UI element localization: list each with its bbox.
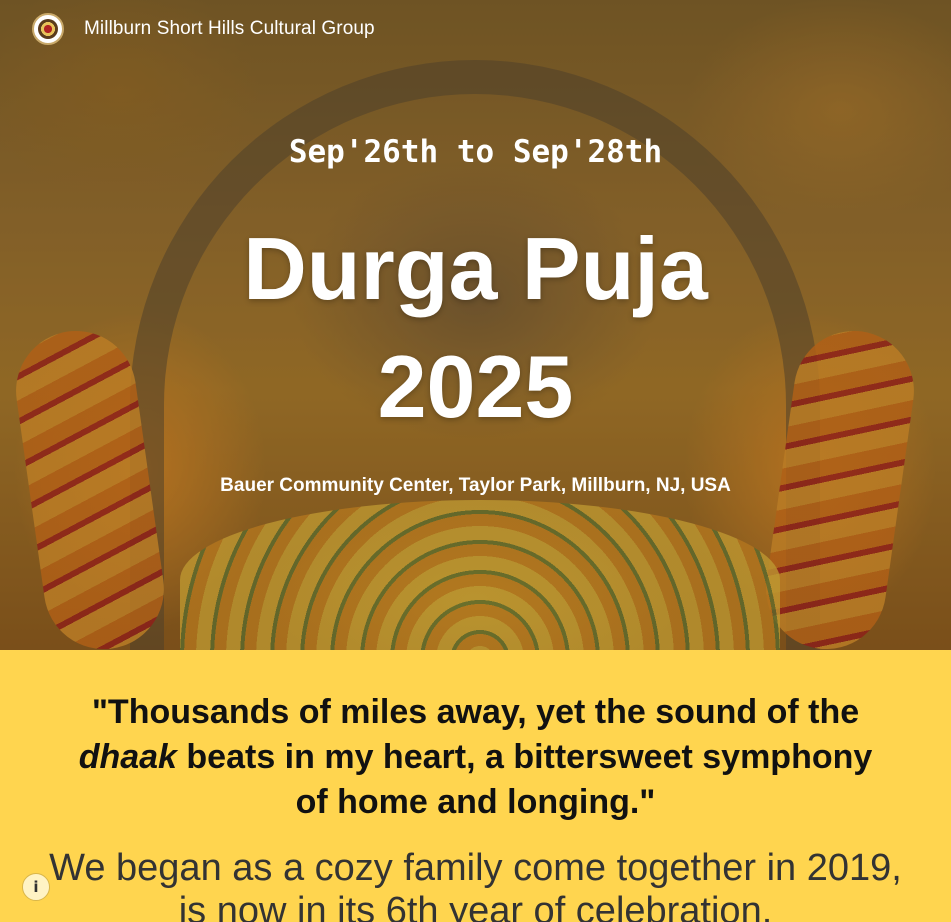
brand-link[interactable]: Millburn Short Hills Cultural Group [32, 12, 375, 46]
intro-paragraph: We began as a cozy family come together … [49, 847, 902, 922]
emblem-logo-icon [32, 13, 64, 45]
event-title-line2: 2025 [377, 337, 574, 436]
event-dates: Sep'26th to Sep'28th [288, 134, 663, 170]
event-title: Durga Puja 2025 [0, 210, 951, 446]
quote-section: "Thousands of miles away, yet the sound … [0, 650, 951, 922]
quote-emphasis: dhaak [78, 738, 177, 776]
info-icon[interactable]: i [22, 873, 50, 901]
quote-text: "Thousands of miles away, yet the sound … [78, 693, 873, 821]
event-venue: Bauer Community Center, Taylor Park, Mil… [220, 475, 731, 496]
brand-name: Millburn Short Hills Cultural Group [84, 18, 375, 39]
event-title-line1: Durga Puja [243, 219, 708, 318]
